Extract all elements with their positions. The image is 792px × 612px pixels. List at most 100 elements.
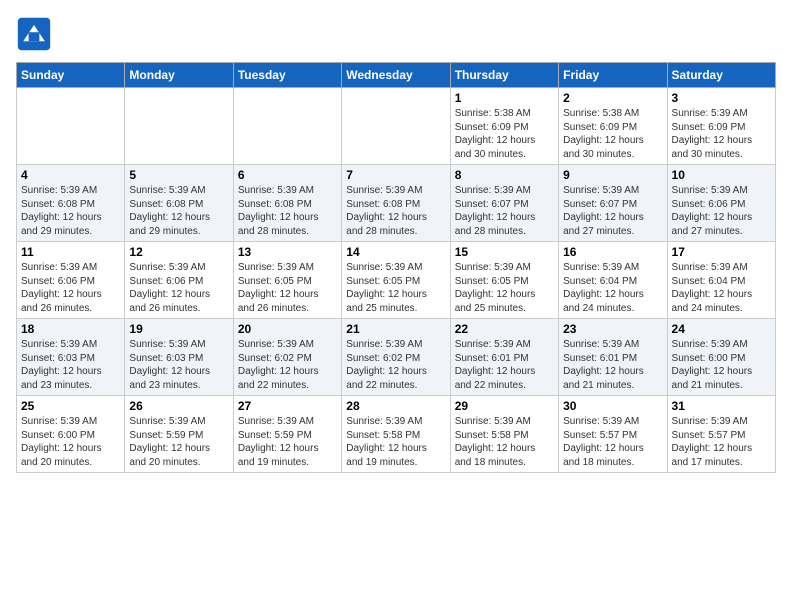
- day-number: 27: [238, 399, 337, 413]
- day-number: 22: [455, 322, 554, 336]
- day-info: Sunrise: 5:39 AMSunset: 6:00 PMDaylight:…: [21, 415, 120, 469]
- day-number: 3: [672, 91, 771, 105]
- calendar-week-1: 1 Sunrise: 5:38 AMSunset: 6:09 PMDaylight…: [17, 88, 776, 165]
- calendar-cell: 17Sunrise: 5:39 AMSunset: 6:04 PMDayligh…: [667, 242, 775, 319]
- calendar-cell: 30 Sunrise: 5:39 AMSunset: 5:57 PMDayligh…: [559, 396, 667, 473]
- day-info: Sunrise: 5:39 AMSunset: 6:08 PMDaylight:…: [238, 184, 337, 238]
- day-info: Sunrise: 5:39 AMSunset: 6:08 PMDaylight:…: [129, 184, 228, 238]
- day-number: 25: [21, 399, 120, 413]
- day-info: Sunrise: 5:39 AMSunset: 6:07 PMDaylight:…: [455, 184, 554, 238]
- day-number: 5: [129, 168, 228, 182]
- day-number: 8: [455, 168, 554, 182]
- calendar-cell: 7 Sunrise: 5:39 AMSunset: 6:08 PMDaylight…: [342, 165, 450, 242]
- day-info: Sunrise: 5:39 AMSunset: 6:08 PMDaylight:…: [346, 184, 445, 238]
- day-number: 29: [455, 399, 554, 413]
- calendar-cell: 1 Sunrise: 5:38 AMSunset: 6:09 PMDaylight…: [450, 88, 558, 165]
- day-info: Sunrise: 5:39 AMSunset: 6:01 PMDaylight:…: [455, 338, 554, 392]
- calendar-cell: 26Sunrise: 5:39 AMSunset: 5:59 PMDayligh…: [125, 396, 233, 473]
- day-number: 16: [563, 245, 662, 259]
- column-header-tuesday: Tuesday: [233, 63, 341, 88]
- day-info: Sunrise: 5:39 AMSunset: 6:04 PMDaylight:…: [563, 261, 662, 315]
- day-info: Sunrise: 5:39 AMSunset: 6:06 PMDaylight:…: [129, 261, 228, 315]
- calendar-cell: 6 Sunrise: 5:39 AMSunset: 6:08 PMDaylight…: [233, 165, 341, 242]
- day-info: Sunrise: 5:39 AMSunset: 6:02 PMDaylight:…: [346, 338, 445, 392]
- calendar-cell: 16 Sunrise: 5:39 AMSunset: 6:04 PMDayligh…: [559, 242, 667, 319]
- day-number: 2: [563, 91, 662, 105]
- calendar-cell: [125, 88, 233, 165]
- day-number: 28: [346, 399, 445, 413]
- calendar-cell: 25 Sunrise: 5:39 AMSunset: 6:00 PMDayligh…: [17, 396, 125, 473]
- day-number: 23: [563, 322, 662, 336]
- day-info: Sunrise: 5:39 AMSunset: 6:05 PMDaylight:…: [346, 261, 445, 315]
- calendar-cell: 20Sunrise: 5:39 AMSunset: 6:02 PMDayligh…: [233, 319, 341, 396]
- day-info: Sunrise: 5:39 AMSunset: 5:58 PMDaylight:…: [455, 415, 554, 469]
- calendar-week-2: 4 Sunrise: 5:39 AMSunset: 6:08 PMDaylight…: [17, 165, 776, 242]
- day-info: Sunrise: 5:39 AMSunset: 6:07 PMDaylight:…: [563, 184, 662, 238]
- day-number: 26: [129, 399, 228, 413]
- calendar-cell: 23 Sunrise: 5:39 AMSunset: 6:01 PMDayligh…: [559, 319, 667, 396]
- day-number: 18: [21, 322, 120, 336]
- calendar-week-4: 18 Sunrise: 5:39 AMSunset: 6:03 PMDayligh…: [17, 319, 776, 396]
- calendar-cell: 21 Sunrise: 5:39 AMSunset: 6:02 PMDayligh…: [342, 319, 450, 396]
- day-info: Sunrise: 5:39 AMSunset: 6:00 PMDaylight:…: [672, 338, 771, 392]
- calendar-cell: 14 Sunrise: 5:39 AMSunset: 6:05 PMDayligh…: [342, 242, 450, 319]
- day-number: 17: [672, 245, 771, 259]
- calendar-cell: [233, 88, 341, 165]
- day-number: 4: [21, 168, 120, 182]
- day-info: Sunrise: 5:39 AMSunset: 6:02 PMDaylight:…: [238, 338, 337, 392]
- calendar-cell: 13Sunrise: 5:39 AMSunset: 6:05 PMDayligh…: [233, 242, 341, 319]
- day-number: 10: [672, 168, 771, 182]
- logo-icon: [16, 16, 52, 52]
- day-number: 14: [346, 245, 445, 259]
- calendar-cell: 3 Sunrise: 5:39 AMSunset: 6:09 PMDaylight…: [667, 88, 775, 165]
- day-number: 19: [129, 322, 228, 336]
- day-info: Sunrise: 5:39 AMSunset: 6:06 PMDaylight:…: [672, 184, 771, 238]
- day-info: Sunrise: 5:39 AMSunset: 6:03 PMDaylight:…: [21, 338, 120, 392]
- calendar-week-3: 11 Sunrise: 5:39 AMSunset: 6:06 PMDayligh…: [17, 242, 776, 319]
- calendar-cell: 29 Sunrise: 5:39 AMSunset: 5:58 PMDayligh…: [450, 396, 558, 473]
- day-info: Sunrise: 5:39 AMSunset: 5:57 PMDaylight:…: [563, 415, 662, 469]
- logo: [16, 16, 56, 52]
- calendar-cell: 15 Sunrise: 5:39 AMSunset: 6:05 PMDayligh…: [450, 242, 558, 319]
- column-header-saturday: Saturday: [667, 63, 775, 88]
- day-number: 31: [672, 399, 771, 413]
- calendar-cell: 18 Sunrise: 5:39 AMSunset: 6:03 PMDayligh…: [17, 319, 125, 396]
- calendar-week-5: 25 Sunrise: 5:39 AMSunset: 6:00 PMDayligh…: [17, 396, 776, 473]
- calendar-header-row: SundayMondayTuesdayWednesdayThursdayFrid…: [17, 63, 776, 88]
- day-number: 6: [238, 168, 337, 182]
- day-info: Sunrise: 5:39 AMSunset: 6:03 PMDaylight:…: [129, 338, 228, 392]
- column-header-friday: Friday: [559, 63, 667, 88]
- day-info: Sunrise: 5:39 AMSunset: 5:57 PMDaylight:…: [672, 415, 771, 469]
- calendar-cell: [342, 88, 450, 165]
- day-info: Sunrise: 5:39 AMSunset: 5:59 PMDaylight:…: [238, 415, 337, 469]
- day-info: Sunrise: 5:39 AMSunset: 6:05 PMDaylight:…: [238, 261, 337, 315]
- column-header-thursday: Thursday: [450, 63, 558, 88]
- calendar-cell: 27 Sunrise: 5:39 AMSunset: 5:59 PMDayligh…: [233, 396, 341, 473]
- day-info: Sunrise: 5:39 AMSunset: 6:08 PMDaylight:…: [21, 184, 120, 238]
- day-info: Sunrise: 5:38 AMSunset: 6:09 PMDaylight:…: [563, 107, 662, 161]
- calendar-cell: 9Sunrise: 5:39 AMSunset: 6:07 PMDaylight…: [559, 165, 667, 242]
- calendar-cell: 4 Sunrise: 5:39 AMSunset: 6:08 PMDaylight…: [17, 165, 125, 242]
- calendar-cell: 5 Sunrise: 5:39 AMSunset: 6:08 PMDaylight…: [125, 165, 233, 242]
- day-number: 7: [346, 168, 445, 182]
- day-number: 30: [563, 399, 662, 413]
- day-info: Sunrise: 5:39 AMSunset: 6:05 PMDaylight:…: [455, 261, 554, 315]
- day-info: Sunrise: 5:39 AMSunset: 5:58 PMDaylight:…: [346, 415, 445, 469]
- calendar-cell: 2 Sunrise: 5:38 AMSunset: 6:09 PMDaylight…: [559, 88, 667, 165]
- day-number: 24: [672, 322, 771, 336]
- calendar-cell: 22 Sunrise: 5:39 AMSunset: 6:01 PMDayligh…: [450, 319, 558, 396]
- calendar-cell: 31 Sunrise: 5:39 AMSunset: 5:57 PMDayligh…: [667, 396, 775, 473]
- calendar-cell: 11 Sunrise: 5:39 AMSunset: 6:06 PMDayligh…: [17, 242, 125, 319]
- day-number: 1: [455, 91, 554, 105]
- day-info: Sunrise: 5:38 AMSunset: 6:09 PMDaylight:…: [455, 107, 554, 161]
- column-header-sunday: Sunday: [17, 63, 125, 88]
- day-info: Sunrise: 5:39 AMSunset: 6:06 PMDaylight:…: [21, 261, 120, 315]
- day-number: 21: [346, 322, 445, 336]
- day-info: Sunrise: 5:39 AMSunset: 6:09 PMDaylight:…: [672, 107, 771, 161]
- day-number: 11: [21, 245, 120, 259]
- calendar-cell: 10 Sunrise: 5:39 AMSunset: 6:06 PMDayligh…: [667, 165, 775, 242]
- day-info: Sunrise: 5:39 AMSunset: 6:01 PMDaylight:…: [563, 338, 662, 392]
- calendar-cell: 12 Sunrise: 5:39 AMSunset: 6:06 PMDayligh…: [125, 242, 233, 319]
- day-number: 15: [455, 245, 554, 259]
- day-number: 12: [129, 245, 228, 259]
